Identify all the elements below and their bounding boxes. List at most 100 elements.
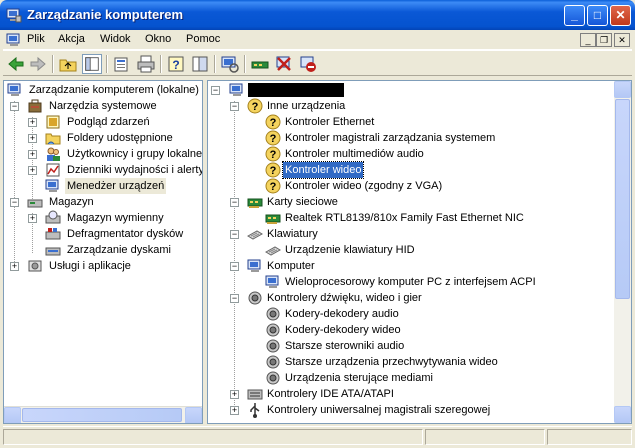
collapse-toggle[interactable]: − <box>230 230 239 239</box>
tree-item-label: Magazyn wymienny <box>67 212 164 224</box>
tree-line <box>32 117 33 205</box>
speaker-icon <box>266 307 280 321</box>
expand-toggle[interactable]: + <box>230 390 239 399</box>
computer-icon <box>265 275 279 288</box>
svg-text:?: ? <box>270 117 277 129</box>
speaker-icon <box>248 291 262 305</box>
expand-toggle[interactable]: + <box>28 214 37 223</box>
menu-view[interactable]: Widok <box>100 33 131 45</box>
mdi-restore-button[interactable]: ❐ <box>596 33 612 47</box>
svg-text:?: ? <box>270 165 277 177</box>
show-tree-icon[interactable] <box>82 54 102 74</box>
close-button[interactable]: ✕ <box>610 5 631 26</box>
scroll-right-button[interactable] <box>185 407 202 423</box>
minimize-button[interactable]: _ <box>564 5 585 26</box>
collapse-toggle[interactable]: − <box>230 294 239 303</box>
status-bar <box>3 426 632 446</box>
disable-device-icon[interactable] <box>274 54 294 74</box>
unknown-device-icon: ? <box>265 178 281 194</box>
device-label: Kontrolery uniwersalnej magistrali szere… <box>267 404 491 416</box>
expand-toggle[interactable]: + <box>28 134 37 143</box>
network-card-icon <box>265 214 281 224</box>
computer-icon <box>247 259 261 272</box>
scroll-thumb[interactable] <box>615 99 630 299</box>
tree-item-label: Zarządzanie dyskami <box>67 244 171 256</box>
expand-toggle[interactable]: + <box>28 150 37 159</box>
svg-text:?: ? <box>270 133 277 145</box>
mdi-close-button[interactable]: ✕ <box>614 33 630 47</box>
keyboard-icon <box>247 230 263 240</box>
scroll-thumb[interactable] <box>22 408 182 422</box>
storage-icon <box>27 199 43 208</box>
tree-root-label: Zarządzanie komputerem (lokalne) <box>29 84 199 96</box>
scroll-left-button[interactable] <box>4 407 21 423</box>
menu-bar: Plik Akcja Widok Okno Pomoc _ ❐ ✕ <box>3 30 632 50</box>
device-label: Wieloprocesorowy komputer PC z interfejs… <box>285 276 536 288</box>
device-label: Klawiatury <box>267 228 318 240</box>
menu-window[interactable]: Okno <box>145 33 171 45</box>
expand-toggle[interactable]: + <box>28 118 37 127</box>
unknown-device-icon: ? <box>247 98 263 114</box>
device-label: Kodery-dekodery audio <box>285 308 399 320</box>
up-folder-icon[interactable] <box>58 54 78 74</box>
print-icon[interactable] <box>136 54 156 74</box>
unknown-device-icon: ? <box>265 130 281 146</box>
removable-storage-icon <box>45 210 61 224</box>
help-icon[interactable]: ? <box>166 54 186 74</box>
unknown-device-icon: ? <box>265 146 281 162</box>
right-vertical-scrollbar[interactable] <box>614 81 631 423</box>
redacted-computer-name <box>248 83 344 97</box>
svg-text:?: ? <box>270 149 277 161</box>
shared-folder-icon <box>45 133 61 145</box>
speaker-icon <box>266 323 280 337</box>
forward-icon[interactable] <box>28 54 48 74</box>
collapse-toggle[interactable]: − <box>211 86 220 95</box>
collapse-toggle[interactable]: − <box>230 198 239 207</box>
maximize-button[interactable]: □ <box>587 5 608 26</box>
back-icon[interactable] <box>6 54 26 74</box>
collapse-toggle[interactable]: − <box>10 198 19 207</box>
system-tools-icon <box>28 99 42 113</box>
tree-item-label: Podgląd zdarzeń <box>67 116 150 128</box>
menu-help[interactable]: Pomoc <box>186 33 220 45</box>
status-cell <box>3 429 423 445</box>
device-label: Starsze urządzenia przechwytywania wideo <box>285 356 498 368</box>
console-tree-pane[interactable]: Zarządzanie komputerem (lokalne) − Narzę… <box>3 80 203 424</box>
device-manager-icon <box>45 179 59 192</box>
tree-item-label: Usługi i aplikacje <box>49 260 131 272</box>
mdi-minimize-button[interactable]: _ <box>580 33 596 47</box>
device-label: Urządzenia sterujące mediami <box>285 372 433 384</box>
users-icon <box>47 147 60 161</box>
tree-item-label: Menedżer urządzeń <box>65 178 167 194</box>
speaker-icon <box>266 339 280 353</box>
collapse-toggle[interactable]: − <box>230 262 239 271</box>
update-driver-icon[interactable] <box>250 54 270 74</box>
uninstall-device-icon[interactable] <box>298 54 318 74</box>
left-horizontal-scrollbar[interactable] <box>4 406 202 423</box>
disk-management-icon <box>45 247 61 256</box>
tree-line <box>234 101 235 413</box>
app-menu-icon[interactable] <box>6 32 22 48</box>
computer-management-icon <box>6 8 22 23</box>
scroll-down-button[interactable] <box>614 406 631 423</box>
collapse-toggle[interactable]: − <box>10 102 19 111</box>
expand-toggle[interactable]: + <box>28 166 37 175</box>
expand-toggle[interactable]: + <box>10 262 19 271</box>
toolbar-separator <box>106 55 108 73</box>
device-tree-pane[interactable]: − −? Inne urządzenia? Kontroler Ethernet? K… <box>207 80 632 424</box>
menu-file[interactable]: Plik <box>27 33 45 45</box>
title-bar[interactable]: Zarządzanie komputerem _ □ ✕ <box>0 0 635 30</box>
unknown-device-icon: ? <box>265 114 281 130</box>
properties-icon[interactable] <box>112 54 132 74</box>
unknown-device-icon: ? <box>265 162 281 178</box>
scan-hardware-icon[interactable] <box>220 54 240 74</box>
menu-action[interactable]: Akcja <box>58 33 85 45</box>
collapse-toggle[interactable]: − <box>230 102 239 111</box>
console-tree-icon[interactable] <box>190 54 210 74</box>
device-label: Karty sieciowe <box>267 196 338 208</box>
scroll-up-button[interactable] <box>614 81 631 98</box>
computer-management-icon <box>7 83 21 96</box>
tree-item-label: Foldery udostępnione <box>67 132 173 144</box>
expand-toggle[interactable]: + <box>230 406 239 415</box>
toolbar-separator <box>52 55 54 73</box>
